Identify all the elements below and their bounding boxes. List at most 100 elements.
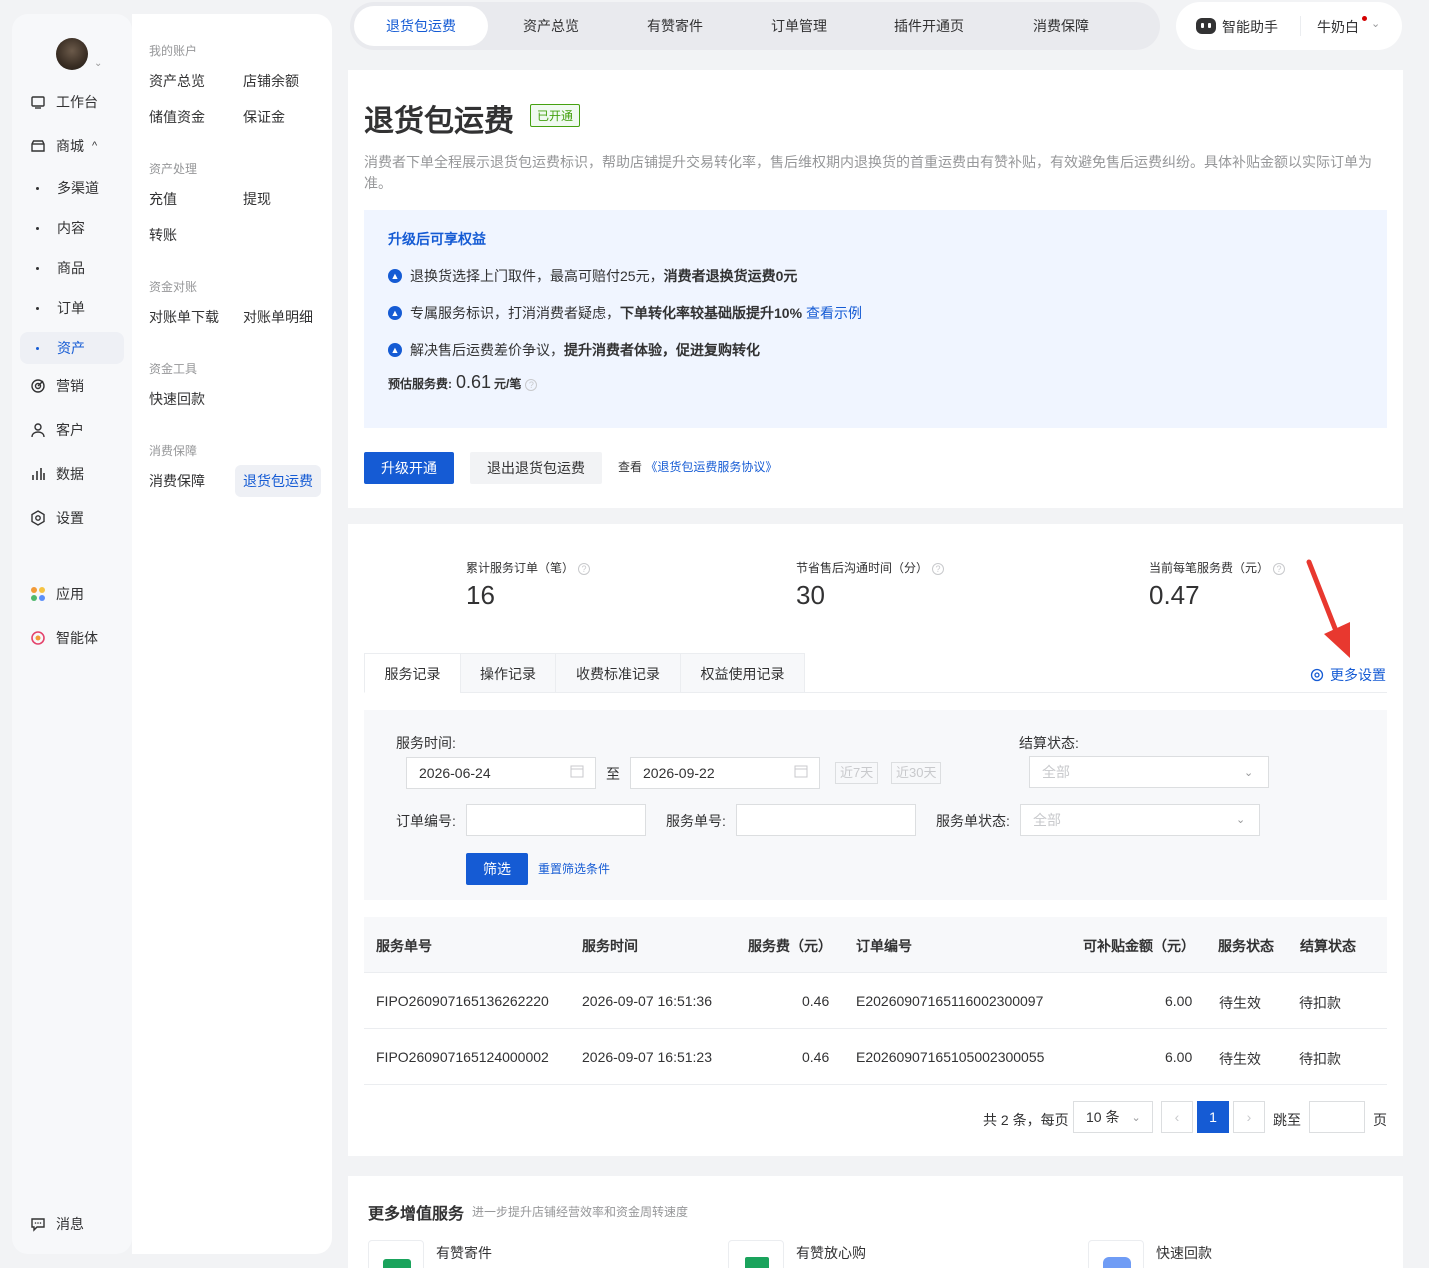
nav-sub-assets[interactable]: 资产 bbox=[20, 332, 124, 364]
exit-service-button[interactable]: 退出退货包运费 bbox=[470, 452, 602, 484]
service-item-title[interactable]: 有赞放心购 bbox=[796, 1243, 866, 1263]
benefits-title: 升级后可享权益 bbox=[388, 231, 486, 247]
link-withdraw[interactable]: 提现 bbox=[235, 183, 279, 215]
nav-item-marketing[interactable]: 营销 bbox=[20, 370, 124, 402]
nav-item-label: 智能体 bbox=[56, 630, 98, 646]
nav-item-label: 数据 bbox=[56, 466, 84, 482]
nav-sub-multichannel[interactable]: 多渠道 bbox=[20, 172, 124, 204]
cell-service-time: 2026-09-07 16:51:36 bbox=[582, 993, 712, 1009]
view-example-link[interactable]: 查看示例 bbox=[806, 303, 862, 323]
stat-label: 节省售后沟通时间（分）? bbox=[796, 559, 945, 576]
nav-sub-content[interactable]: 内容 bbox=[20, 212, 124, 244]
page-suffix: 页 bbox=[1373, 1112, 1387, 1128]
agreement-line: 查看 《退货包运费服务协议》 bbox=[618, 458, 777, 475]
help-icon[interactable]: ? bbox=[525, 379, 538, 391]
benefit-item: ▲ 退换货选择上门取件，最高可赔付25元， 消费者退换货运费0元 bbox=[388, 266, 797, 286]
more-settings-link[interactable]: 更多设置 bbox=[1310, 665, 1386, 685]
link-statement-download[interactable]: 对账单下载 bbox=[141, 301, 227, 333]
nav-item-data[interactable]: 数据 bbox=[20, 458, 124, 490]
nav-item-settings[interactable]: 设置 bbox=[20, 502, 124, 534]
agent-icon bbox=[30, 630, 46, 646]
tab-return-shipping[interactable]: 退货包运费 bbox=[354, 6, 488, 46]
tab-benefit-usage-records[interactable]: 权益使用记录 bbox=[680, 653, 805, 693]
quick-7-days[interactable]: 近7天 bbox=[835, 762, 879, 784]
order-no-input[interactable] bbox=[466, 804, 646, 836]
tab-asset-overview[interactable]: 资产总览 bbox=[496, 6, 606, 46]
tab-consumer-protection[interactable]: 消费保障 bbox=[1006, 6, 1116, 46]
chevron-down-icon[interactable]: ⌄ bbox=[94, 58, 102, 69]
start-date-input[interactable]: 2026-06-24 bbox=[406, 757, 596, 789]
link-consumer-protection[interactable]: 消费保障 bbox=[141, 465, 213, 497]
help-icon[interactable]: ? bbox=[932, 562, 945, 575]
service-item-title[interactable]: 快速回款 bbox=[1156, 1243, 1212, 1263]
divider bbox=[1300, 16, 1301, 36]
marketing-icon bbox=[30, 378, 46, 394]
fee-estimate: 预估服务费: 0.61 元/笔 ? bbox=[388, 372, 538, 393]
more-services-card bbox=[348, 1176, 1403, 1268]
chevron-down-icon[interactable]: ⌄ bbox=[1371, 17, 1380, 30]
tab-plugin-page[interactable]: 插件开通页 bbox=[874, 6, 984, 46]
service-no-input[interactable] bbox=[736, 804, 916, 836]
upgrade-button[interactable]: 升级开通 bbox=[364, 452, 454, 484]
user-menu[interactable]: 牛奶白 bbox=[1317, 17, 1359, 37]
quick-30-days[interactable]: 近30天 bbox=[891, 762, 942, 784]
nav-item-apps[interactable]: 应用 bbox=[20, 578, 124, 610]
agreement-link[interactable]: 《退货包运费服务协议》 bbox=[645, 460, 777, 474]
nav-item-message[interactable]: 消息 bbox=[20, 1208, 124, 1240]
message-icon bbox=[30, 1216, 46, 1232]
service-time-label: 服务时间: bbox=[396, 735, 456, 751]
chevron-down-icon: ⌄ bbox=[1244, 767, 1254, 779]
settle-status-select[interactable]: 全部 bbox=[1029, 756, 1269, 788]
link-asset-overview[interactable]: 资产总览 bbox=[141, 65, 213, 97]
customer-icon bbox=[30, 422, 46, 438]
jump-page-input[interactable] bbox=[1309, 1101, 1365, 1133]
page-size-select[interactable]: 10 条 ⌄ bbox=[1073, 1101, 1153, 1133]
tab-order-management[interactable]: 订单管理 bbox=[744, 6, 854, 46]
benefit-bold: 提升消费者体验，促进复购转化 bbox=[564, 342, 760, 358]
service-item-title[interactable]: 有赞寄件 bbox=[436, 1243, 492, 1263]
avatar[interactable] bbox=[56, 38, 88, 70]
nav-sub-orders[interactable]: 订单 bbox=[20, 292, 124, 324]
primary-sidebar: ⌄ 工作台 商城 ^ 多渠道 内容 商品 订单 资产 营销 客户 数据 设置 应… bbox=[12, 14, 132, 1254]
prev-page-button[interactable]: ‹ bbox=[1161, 1101, 1193, 1133]
link-store-balance[interactable]: 店铺余额 bbox=[235, 65, 307, 97]
nav-item-mall[interactable]: 商城 ^ bbox=[20, 130, 124, 162]
nav-item-agent[interactable]: 智能体 bbox=[20, 622, 124, 654]
group-title: 资产处理 bbox=[149, 162, 198, 176]
nav-sub-label: 内容 bbox=[57, 220, 85, 236]
link-quick-payment[interactable]: 快速回款 bbox=[141, 383, 213, 415]
end-date-input[interactable]: 2026-09-22 bbox=[630, 757, 820, 789]
tab-fee-standard-records[interactable]: 收费标准记录 bbox=[555, 653, 681, 693]
th-order-no: 订单编号 bbox=[856, 938, 912, 954]
nav-item-customer[interactable]: 客户 bbox=[20, 414, 124, 446]
benefit-item: ▲ 专属服务标识，打消消费者疑虑， 下单转化率较基础版提升10% 查看示例 bbox=[388, 303, 862, 323]
tab-operation-records[interactable]: 操作记录 bbox=[460, 653, 556, 693]
assistant-button[interactable]: 智能助手 bbox=[1222, 17, 1278, 37]
stat-current-fee: 0.47 bbox=[1149, 580, 1200, 610]
page-size-value: 10 条 bbox=[1086, 1109, 1120, 1125]
page-button-current[interactable]: 1 bbox=[1197, 1101, 1229, 1133]
nav-item-label: 设置 bbox=[56, 510, 84, 526]
link-statement-detail[interactable]: 对账单明细 bbox=[235, 301, 321, 333]
link-recharge[interactable]: 充值 bbox=[141, 183, 185, 215]
link-stored-funds[interactable]: 储值资金 bbox=[141, 101, 213, 133]
top-tab-bar: 退货包运费 资产总览 有赞寄件 订单管理 插件开通页 消费保障 bbox=[350, 2, 1160, 50]
next-page-button[interactable]: › bbox=[1233, 1101, 1265, 1133]
help-icon[interactable]: ? bbox=[578, 562, 591, 575]
reset-filters-link[interactable]: 重置筛选条件 bbox=[538, 860, 610, 877]
tab-youzan-shipping[interactable]: 有赞寄件 bbox=[620, 6, 730, 46]
filter-button[interactable]: 筛选 bbox=[466, 853, 528, 885]
nav-sub-goods[interactable]: 商品 bbox=[20, 252, 124, 284]
nav-item-workbench[interactable]: 工作台 bbox=[20, 86, 124, 118]
stat-label: 当前每笔服务费（元）? bbox=[1149, 559, 1286, 576]
link-deposit[interactable]: 保证金 bbox=[235, 101, 293, 133]
annotation-arrow-icon bbox=[1306, 559, 1350, 658]
tab-service-records[interactable]: 服务记录 bbox=[364, 653, 461, 693]
apps-icon bbox=[30, 586, 46, 602]
cell-service-status: 待生效 bbox=[1219, 1051, 1261, 1067]
service-status-select[interactable]: 全部 bbox=[1020, 804, 1260, 836]
help-icon[interactable]: ? bbox=[1273, 562, 1286, 575]
benefit-text: 退换货选择上门取件，最高可赔付25元， bbox=[410, 268, 664, 284]
link-return-shipping[interactable]: 退货包运费 bbox=[235, 465, 321, 497]
link-transfer[interactable]: 转账 bbox=[141, 219, 185, 251]
